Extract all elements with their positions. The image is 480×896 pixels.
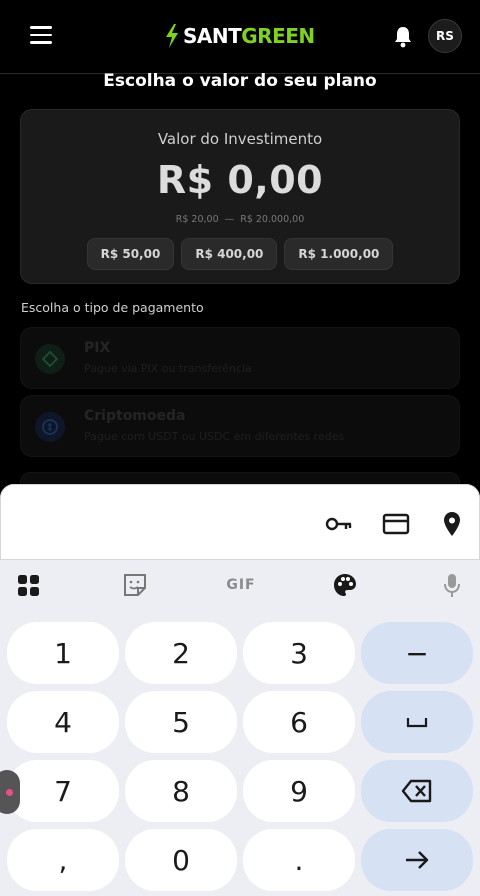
- investment-range: R$ 20,00 — R$ 20.000,00: [21, 214, 459, 225]
- key-4[interactable]: 4: [7, 691, 119, 753]
- payment-option-pix[interactable]: PIX Pague via PIX ou transferência: [20, 327, 460, 389]
- investment-card: Valor do Investimento R$ 0,00 R$ 20,00 —…: [20, 109, 460, 284]
- backspace-icon: [401, 779, 432, 803]
- key-minus[interactable]: −: [361, 622, 473, 684]
- numeric-keyboard: GIF 1 2 3 − 4 5 6 7 8 9 , 0 .: [0, 484, 480, 896]
- range-max: R$ 20.000,00: [240, 214, 305, 225]
- sticker-icon[interactable]: [122, 572, 148, 598]
- key-period[interactable]: .: [243, 829, 355, 891]
- key-6[interactable]: 6: [243, 691, 355, 753]
- payment-option-subtitle: Pague com USDT ou USDC em diferentes red…: [84, 430, 345, 443]
- microphone-icon[interactable]: [442, 572, 462, 598]
- location-pin-icon[interactable]: [438, 511, 466, 537]
- floating-side-handle[interactable]: [0, 770, 20, 814]
- indicator-dot: [6, 789, 13, 796]
- key-0[interactable]: 0: [125, 829, 237, 891]
- payment-option-crypto[interactable]: Criptomoeda Pague com USDT ou USDC em di…: [20, 395, 460, 457]
- credit-card-icon[interactable]: [382, 511, 410, 537]
- user-avatar[interactable]: RS: [428, 19, 462, 53]
- key-7[interactable]: 7: [7, 760, 119, 822]
- keyboard-toolbar: GIF: [0, 560, 480, 612]
- key-space[interactable]: [361, 691, 473, 753]
- apps-grid-icon[interactable]: [17, 572, 41, 598]
- crypto-coin-icon: [35, 412, 65, 442]
- key-3[interactable]: 3: [243, 622, 355, 684]
- brand-name-part1: SANT: [183, 24, 242, 48]
- key-next[interactable]: [361, 829, 473, 891]
- key-1[interactable]: 1: [7, 622, 119, 684]
- brand-logo[interactable]: SANT GREEN: [164, 22, 315, 50]
- preset-amounts: R$ 50,00 R$ 400,00 R$ 1.000,00: [21, 238, 459, 270]
- hamburger-menu-icon[interactable]: [30, 26, 52, 44]
- payment-option-title: PIX: [84, 340, 111, 356]
- palette-icon[interactable]: [332, 572, 358, 598]
- payment-type-label: Escolha o tipo de pagamento: [21, 300, 204, 315]
- lightning-bolt-icon: [166, 24, 178, 48]
- key-2[interactable]: 2: [125, 622, 237, 684]
- key-backspace[interactable]: [361, 760, 473, 822]
- payment-option-subtitle: Pague via PIX ou transferência: [84, 362, 252, 375]
- preset-button-50[interactable]: R$ 50,00: [86, 238, 175, 270]
- key-5[interactable]: 5: [125, 691, 237, 753]
- app-header: SANT GREEN RS: [0, 0, 480, 74]
- plan-section-title: Escolha o valor do seu plano: [103, 71, 377, 91]
- key-9[interactable]: 9: [243, 760, 355, 822]
- pix-icon: [35, 344, 65, 374]
- range-separator: —: [224, 214, 235, 225]
- keyboard-suggestion-bar: [0, 484, 480, 560]
- preset-button-400[interactable]: R$ 400,00: [181, 238, 278, 270]
- key-icon[interactable]: [325, 511, 353, 537]
- gif-button[interactable]: GIF: [224, 572, 258, 598]
- key-comma[interactable]: ,: [7, 829, 119, 891]
- preset-button-1000[interactable]: R$ 1.000,00: [284, 238, 394, 270]
- arrow-right-icon: [406, 851, 429, 869]
- space-bar-icon: [406, 718, 428, 728]
- notification-bell-icon[interactable]: [393, 26, 413, 48]
- investment-amount-input[interactable]: R$ 0,00: [21, 158, 459, 202]
- brand-name-part2: GREEN: [241, 24, 315, 48]
- key-8[interactable]: 8: [125, 760, 237, 822]
- investment-label: Valor do Investimento: [157, 130, 323, 148]
- payment-option-title: Criptomoeda: [84, 408, 186, 424]
- range-min: R$ 20,00: [175, 214, 219, 225]
